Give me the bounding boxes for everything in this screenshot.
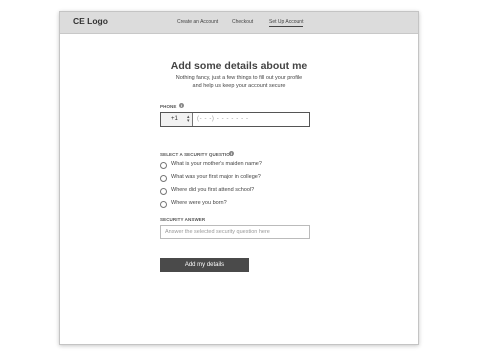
nav-checkout[interactable]: Checkout — [232, 19, 253, 25]
phone-number-input[interactable]: (- - -) - - - - - - - — [197, 116, 249, 122]
radio-unchecked-icon[interactable] — [160, 175, 167, 182]
country-code-value: +1 — [171, 116, 178, 122]
logo[interactable]: CE Logo — [73, 16, 108, 26]
browser-window: CE Logo Create an Account Checkout Set U… — [59, 11, 419, 345]
stepper-icon[interactable]: ▴ ▾ — [187, 115, 190, 124]
country-code-stepper[interactable]: +1 ▴ ▾ — [161, 113, 193, 126]
radio-unchecked-icon[interactable] — [160, 162, 167, 169]
page-subtitle-line-1: Nothing fancy, just a few things to fill… — [175, 75, 303, 81]
phone-field: +1 ▴ ▾ (- - -) - - - - - - - — [160, 112, 310, 127]
security-answer-placeholder: Answer the selected security question he… — [165, 229, 270, 235]
radio-unchecked-icon[interactable] — [160, 188, 167, 195]
page-subtitle-line-2: and help us keep your account secure — [192, 83, 286, 89]
security-answer-label: SECURITY ANSWER — [160, 217, 206, 222]
info-icon[interactable]: i — [179, 103, 184, 108]
info-icon[interactable]: i — [229, 151, 234, 156]
security-question-label: SELECT A SECURITY QUESTION — [160, 152, 234, 157]
phone-label: PHONE — [160, 104, 177, 109]
nav-create-account[interactable]: Create an Account — [177, 19, 218, 25]
security-question-option-label: Where were you born? — [171, 200, 227, 206]
security-question-option-label: Where did you first attend school? — [171, 187, 255, 193]
nav-set-up-account[interactable]: Set Up Account — [269, 19, 304, 27]
security-question-option-label: What is your mother's maiden name? — [171, 161, 262, 167]
radio-unchecked-icon[interactable] — [160, 201, 167, 208]
add-my-details-button[interactable]: Add my details — [160, 258, 249, 272]
page-title: Add some details about me — [170, 60, 308, 72]
top-navigation-bar: CE Logo Create an Account Checkout Set U… — [60, 12, 418, 34]
security-answer-input[interactable]: Answer the selected security question he… — [160, 225, 310, 239]
security-question-option-label: What was your first major in college? — [171, 174, 261, 180]
